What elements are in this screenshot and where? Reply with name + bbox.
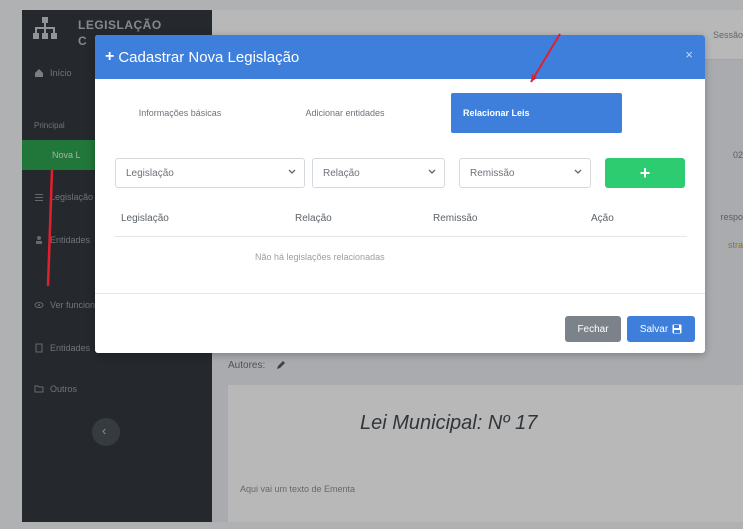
table-divider	[115, 236, 687, 237]
table-header-relacao: Relação	[295, 213, 332, 224]
chevron-down-icon	[288, 169, 296, 174]
close-icon[interactable]: ×	[685, 47, 693, 62]
cadastrar-legislacao-modal: + Cadastrar Nova Legislação × Informaçõe…	[95, 35, 705, 353]
modal-tabs: Informações básicas Adicionar entidades …	[95, 93, 705, 133]
plus-icon: +	[639, 163, 651, 183]
table-empty-message: Não há legislações relacionadas	[255, 252, 385, 262]
relacao-select-value: Relação	[323, 167, 360, 179]
tab-relacionar-leis[interactable]: Relacionar Leis	[451, 93, 622, 133]
modal-title: Cadastrar Nova Legislação	[118, 48, 300, 66]
table-header-remissao: Remissão	[433, 213, 478, 224]
modal-footer-divider	[95, 293, 705, 294]
relacao-select[interactable]: Relação	[312, 158, 445, 188]
table-header-acao: Ação	[591, 213, 614, 224]
salvar-button-label: Salvar	[639, 323, 669, 335]
legislacao-select[interactable]: Legislação	[115, 158, 305, 188]
plus-icon: +	[105, 48, 115, 65]
salvar-button[interactable]: Salvar	[627, 316, 695, 342]
chevron-down-icon	[428, 169, 436, 174]
tab-adicionar-entidades[interactable]: Adicionar entidades	[275, 93, 415, 133]
fechar-button[interactable]: Fechar	[565, 316, 621, 342]
add-relation-button[interactable]: +	[605, 158, 685, 188]
chevron-down-icon	[574, 169, 582, 174]
tab-informacoes-basicas[interactable]: Informações básicas	[105, 93, 255, 133]
legislacao-select-value: Legislação	[126, 167, 174, 179]
table-header-legislacao: Legislação	[121, 213, 169, 224]
screenshot-stage: LEGISLAÇÃO C Início Principal Nova L Leg…	[0, 0, 743, 529]
modal-header: + Cadastrar Nova Legislação ×	[95, 35, 705, 79]
remissao-select-value: Remissão	[470, 167, 515, 179]
floppy-disk-icon	[672, 324, 682, 334]
remissao-select[interactable]: Remissão	[459, 158, 591, 188]
